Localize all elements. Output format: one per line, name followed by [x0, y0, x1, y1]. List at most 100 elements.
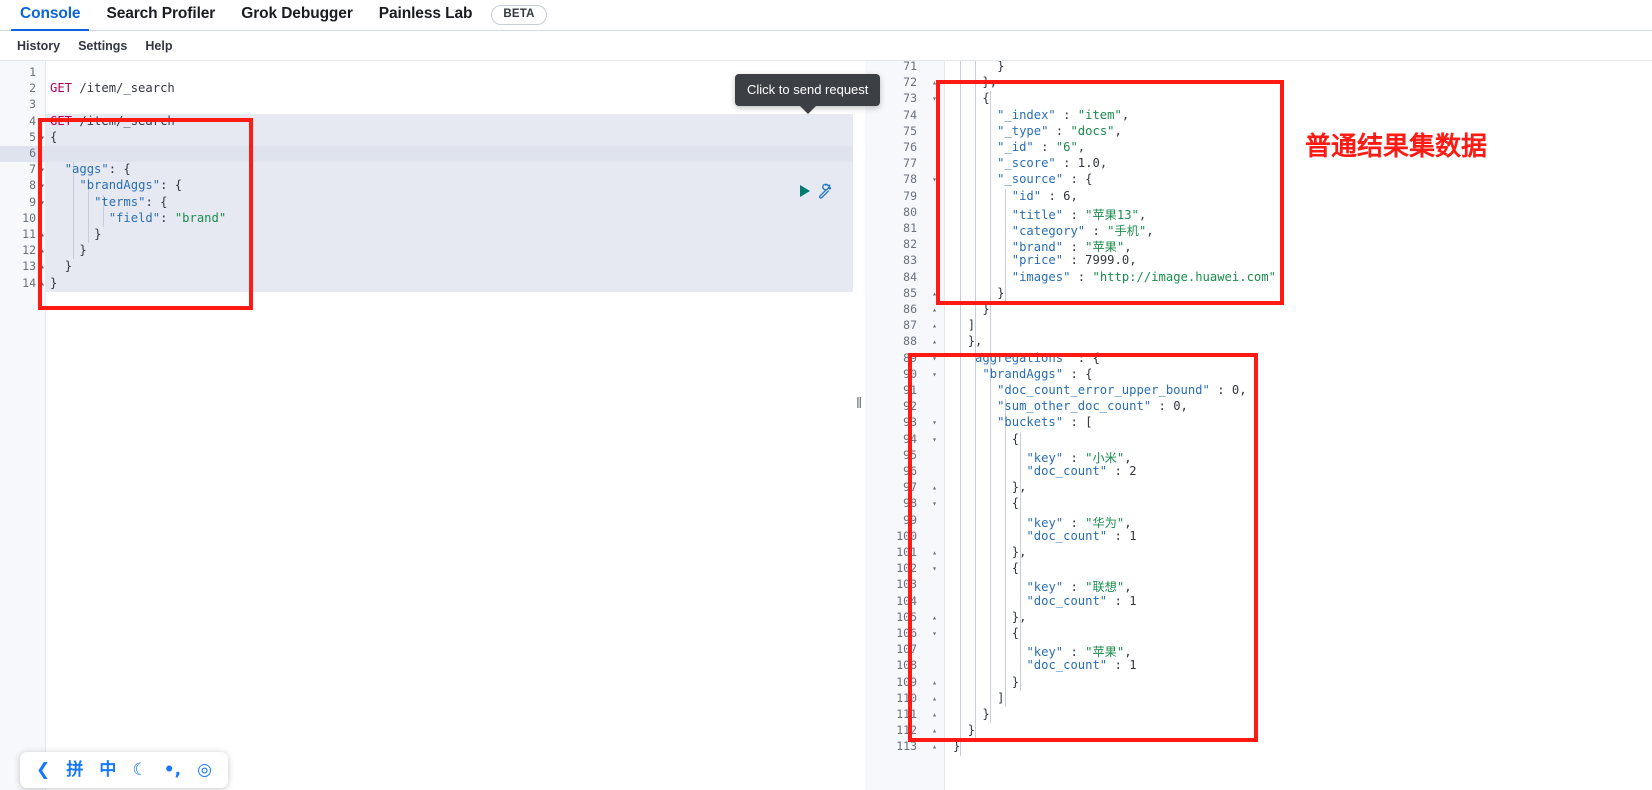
fold-toggle-icon[interactable]: ▾ — [38, 198, 47, 207]
code-line[interactable]: GET /item/_search — [50, 81, 175, 95]
fold-toggle-icon[interactable]: ▴ — [38, 246, 47, 255]
fold-toggle-icon[interactable]: ▾ — [930, 370, 939, 379]
ime-toolbar[interactable]: ❮ 拼 中 ☾ •, ◎ — [20, 752, 228, 788]
code-line[interactable]: "brandAggs" : { — [953, 367, 1092, 381]
code-line[interactable]: { — [953, 432, 1019, 446]
chinese-mode-icon[interactable]: 中 — [99, 761, 116, 779]
tab-grok-debugger[interactable]: Grok Debugger — [228, 5, 366, 30]
request-editor[interactable]: 1 2 GET /item/_search 3 4 GET /item/_search 5 ▾… — [0, 61, 853, 790]
pane-splitter-grip[interactable]: ‖ — [856, 396, 862, 411]
code-line[interactable]: }, — [953, 480, 1027, 494]
tab-painless-lab[interactable]: Painless Lab — [366, 5, 486, 30]
code-line[interactable]: { — [953, 626, 1019, 640]
fold-toggle-icon[interactable]: ▾ — [38, 165, 47, 174]
code-line[interactable]: }, — [953, 334, 983, 348]
fold-toggle-icon[interactable]: ▾ — [930, 435, 939, 444]
code-line[interactable]: ] — [953, 691, 1004, 705]
code-line[interactable]: } — [953, 286, 1004, 300]
code-line[interactable]: "id" : 6, — [953, 189, 1078, 203]
code-line[interactable]: "_index" : "item", — [953, 108, 1129, 122]
code-line[interactable]: } — [50, 259, 72, 273]
menu-item-history[interactable]: History — [8, 39, 69, 53]
code-line[interactable]: } — [953, 723, 975, 737]
code-line[interactable]: ] — [953, 318, 975, 332]
pinyin-mode-icon[interactable]: 拼 — [66, 761, 83, 779]
fold-toggle-icon[interactable]: ▴ — [930, 289, 939, 298]
fold-toggle-icon[interactable]: ▾ — [38, 181, 47, 190]
moon-icon[interactable]: ☾ — [132, 761, 147, 779]
code-line[interactable]: GET /item/_search — [50, 114, 175, 128]
code-line[interactable]: }, — [953, 75, 997, 89]
code-line[interactable]: "doc_count" : 2 — [953, 464, 1136, 478]
code-line[interactable]: "doc_count_error_upper_bound" : 0, — [953, 383, 1247, 397]
fold-toggle-icon[interactable]: ▴ — [930, 548, 939, 557]
code-line[interactable]: "brandAggs": { — [50, 178, 182, 192]
code-line[interactable]: "images" : "http://image.huawei.com" — [953, 270, 1276, 284]
fold-toggle-icon[interactable]: ▾ — [930, 175, 939, 184]
fold-toggle-icon[interactable]: ▴ — [930, 337, 939, 346]
code-line[interactable]: } — [953, 302, 989, 316]
request-editor-pane[interactable]: 1 2 GET /item/_search 3 4 GET /item/_search 5 ▾… — [0, 61, 853, 790]
response-editor[interactable]: 71 } 72 ▴ }, 73 ▾ {74 "_index" : "item", 75 "… — [865, 61, 1652, 790]
code-line[interactable]: } — [953, 61, 1004, 73]
fold-toggle-icon[interactable]: ▴ — [930, 726, 939, 735]
fold-toggle-icon[interactable]: ▴ — [930, 678, 939, 687]
fold-toggle-icon[interactable]: ▴ — [38, 262, 47, 271]
tab-console[interactable]: Console — [7, 5, 93, 31]
code-line[interactable]: "aggregations" : { — [953, 351, 1100, 365]
code-line[interactable]: "doc_count" : 1 — [953, 529, 1136, 543]
tab-search-profiler[interactable]: Search Profiler — [93, 5, 228, 30]
code-line[interactable]: { — [50, 130, 57, 144]
code-line[interactable]: { — [953, 91, 989, 105]
fold-toggle-icon[interactable]: ▴ — [38, 279, 47, 288]
fold-toggle-icon[interactable]: ▴ — [930, 305, 939, 314]
fold-toggle-icon[interactable]: ▴ — [930, 483, 939, 492]
code-line[interactable]: "_id" : "6", — [953, 140, 1085, 154]
play-icon[interactable] — [800, 184, 810, 197]
code-line[interactable]: "_type" : "docs", — [953, 124, 1122, 138]
request-actions[interactable] — [800, 182, 834, 199]
code-line[interactable]: "_source" : { — [953, 172, 1092, 186]
fold-toggle-icon[interactable]: ▴ — [930, 710, 939, 719]
code-line[interactable]: { — [953, 496, 1019, 510]
code-line[interactable]: "terms": { — [50, 195, 167, 209]
code-line[interactable]: "_score" : 1.0, — [953, 156, 1107, 170]
response-lines[interactable]: 71 } 72 ▴ }, 73 ▾ {74 "_index" : "item", 75 "… — [865, 61, 1652, 790]
target-icon[interactable]: ◎ — [197, 761, 212, 779]
code-line[interactable]: "price" : 7999.0, — [953, 253, 1137, 267]
code-line[interactable]: "aggs": { — [50, 162, 131, 176]
code-line[interactable]: } — [953, 707, 989, 721]
code-line[interactable]: } — [50, 276, 57, 290]
code-line[interactable]: }, — [953, 610, 1027, 624]
code-line[interactable]: } — [953, 675, 1019, 689]
fold-toggle-icon[interactable]: ▾ — [930, 564, 939, 573]
fold-toggle-icon[interactable]: ▾ — [930, 418, 939, 427]
menu-item-help[interactable]: Help — [136, 39, 181, 53]
code-line[interactable]: "doc_count" : 1 — [953, 594, 1136, 608]
fold-toggle-icon[interactable]: ▾ — [930, 629, 939, 638]
fold-toggle-icon[interactable]: ▴ — [930, 694, 939, 703]
wrench-icon[interactable] — [817, 182, 834, 199]
code-line[interactable]: } — [50, 227, 101, 241]
code-line[interactable]: } — [50, 243, 86, 257]
fold-toggle-icon[interactable]: ▴ — [930, 742, 939, 751]
fold-toggle-icon[interactable]: ▴ — [930, 613, 939, 622]
sogou-logo-icon[interactable]: ❮ — [36, 761, 50, 779]
fold-toggle-icon[interactable]: ▾ — [930, 94, 939, 103]
pane-splitter[interactable]: ‖ — [853, 61, 865, 790]
fold-toggle-icon[interactable]: ▴ — [930, 78, 939, 87]
code-line[interactable]: "doc_count" : 1 — [953, 658, 1136, 672]
code-line[interactable]: "buckets" : [ — [953, 415, 1092, 429]
request-lines[interactable]: 1 2 GET /item/_search 3 4 GET /item/_search 5 ▾… — [0, 61, 853, 790]
fold-toggle-icon[interactable]: ▾ — [930, 354, 939, 363]
fold-toggle-icon[interactable]: ▾ — [930, 499, 939, 508]
fold-toggle-icon[interactable]: ▴ — [930, 321, 939, 330]
code-line[interactable]: } — [953, 739, 960, 753]
fold-toggle-icon[interactable]: ▾ — [38, 133, 47, 142]
code-line[interactable]: "sum_other_doc_count" : 0, — [953, 399, 1188, 413]
code-line[interactable]: "field": "brand" — [50, 211, 226, 225]
menu-item-settings[interactable]: Settings — [69, 39, 136, 53]
code-line[interactable]: { — [953, 561, 1019, 575]
code-line[interactable]: }, — [953, 545, 1027, 559]
fold-toggle-icon[interactable]: ▴ — [38, 230, 47, 239]
